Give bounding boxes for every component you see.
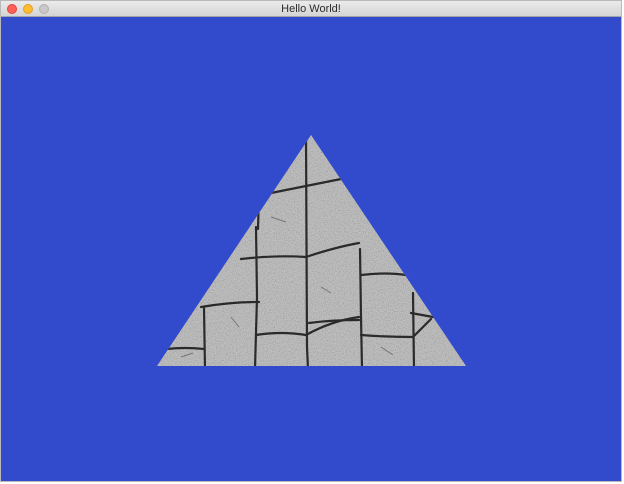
title-bar[interactable]: Hello World!	[1, 1, 621, 17]
app-window: Hello World!	[0, 0, 622, 482]
close-window-button[interactable]	[7, 4, 17, 14]
zoom-window-button[interactable]	[39, 4, 49, 14]
window-title: Hello World!	[281, 3, 341, 15]
minimize-window-button[interactable]	[23, 4, 33, 14]
stone-texture	[157, 135, 466, 366]
textured-triangle	[157, 135, 466, 366]
opengl-canvas	[157, 135, 466, 366]
render-viewport	[1, 17, 621, 481]
